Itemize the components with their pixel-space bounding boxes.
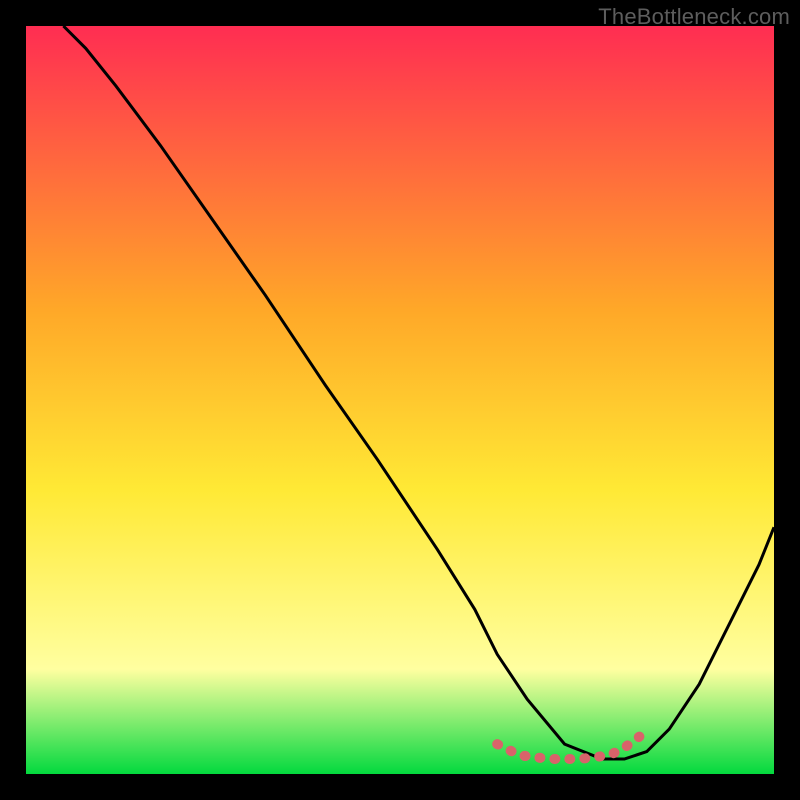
chart-frame: TheBottleneck.com [0, 0, 800, 800]
chart-svg [26, 26, 774, 774]
gradient-background [26, 26, 774, 774]
plot-area [26, 26, 774, 774]
